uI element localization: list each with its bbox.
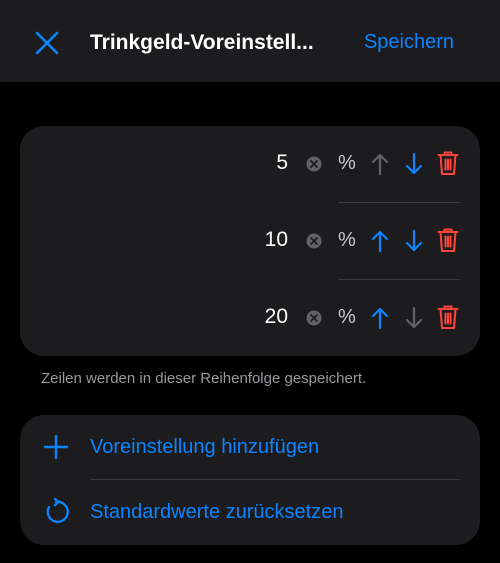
add-preset-button[interactable]: Voreinstellung hinzufügen bbox=[20, 415, 480, 479]
page-title: Trinkgeld-Voreinstell... bbox=[90, 31, 314, 54]
percent-unit: % bbox=[338, 229, 356, 251]
trash-icon[interactable] bbox=[437, 150, 459, 176]
close-button[interactable] bbox=[33, 29, 61, 57]
preset-row: 5 % bbox=[20, 126, 480, 203]
move-down-icon[interactable] bbox=[404, 229, 424, 253]
move-down-icon[interactable] bbox=[404, 152, 424, 176]
footer-note: Zeilen werden in dieser Reihenfolge gesp… bbox=[41, 370, 367, 387]
clear-icon[interactable] bbox=[306, 310, 322, 326]
reset-defaults-button[interactable]: Standardwerte zurücksetzen bbox=[20, 480, 480, 544]
preset-row: 20 % bbox=[20, 280, 480, 357]
reset-icon bbox=[46, 498, 69, 523]
move-up-icon[interactable] bbox=[370, 306, 390, 330]
clear-icon[interactable] bbox=[306, 233, 322, 249]
move-down-icon[interactable] bbox=[404, 306, 424, 330]
add-preset-label: Voreinstellung hinzufügen bbox=[90, 436, 320, 458]
presets-list: 5 % 10 % 20 % bbox=[20, 126, 480, 356]
trash-icon[interactable] bbox=[437, 227, 459, 253]
actions-list: Voreinstellung hinzufügen Standardwerte … bbox=[20, 415, 480, 545]
reset-defaults-label: Standardwerte zurücksetzen bbox=[90, 501, 344, 523]
preset-row: 10 % bbox=[20, 203, 480, 280]
preset-value-input[interactable]: 5 bbox=[276, 151, 288, 175]
save-button[interactable]: Speichern bbox=[364, 31, 454, 54]
plus-icon bbox=[43, 434, 69, 460]
clear-icon[interactable] bbox=[306, 156, 322, 172]
preset-value-input[interactable]: 20 bbox=[265, 305, 288, 329]
percent-unit: % bbox=[338, 152, 356, 174]
move-up-icon[interactable] bbox=[370, 152, 390, 176]
close-icon bbox=[35, 31, 59, 55]
navigation-bar: Trinkgeld-Voreinstell... Speichern bbox=[0, 0, 500, 82]
trash-icon[interactable] bbox=[437, 304, 459, 330]
move-up-icon[interactable] bbox=[370, 229, 390, 253]
percent-unit: % bbox=[338, 306, 356, 328]
preset-value-input[interactable]: 10 bbox=[265, 228, 288, 252]
